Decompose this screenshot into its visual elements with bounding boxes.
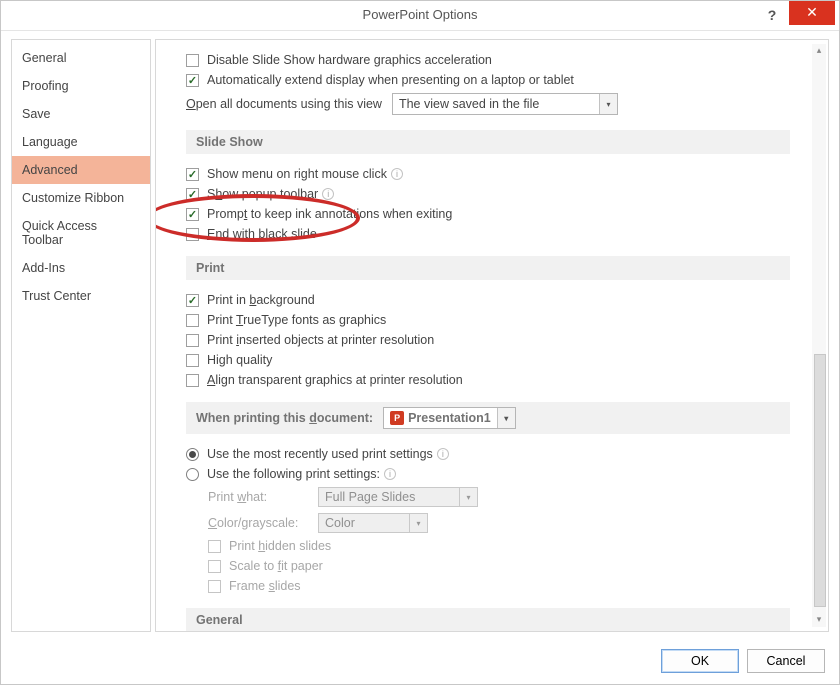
scroll-down-icon[interactable]: ▾ (812, 613, 826, 627)
label-show-menu[interactable]: Show menu on right mouse click (207, 167, 387, 181)
info-icon[interactable] (437, 448, 449, 460)
checkbox-prompt-ink[interactable] (186, 208, 199, 221)
chevron-down-icon: ▾ (459, 488, 477, 506)
sidebar-item-proofing[interactable]: Proofing (12, 72, 150, 100)
info-icon[interactable] (384, 468, 396, 480)
scroll-up-icon[interactable]: ▴ (812, 44, 826, 58)
cancel-button[interactable]: Cancel (747, 649, 825, 673)
chevron-down-icon[interactable]: ▾ (497, 408, 515, 428)
checkbox-end-black[interactable] (186, 228, 199, 241)
section-slideshow: Slide Show (186, 130, 790, 154)
label-print-background[interactable]: Print in background (207, 293, 315, 307)
content-pane: Disable Slide Show hardware graphics acc… (155, 39, 829, 632)
checkbox-align-transparent[interactable] (186, 374, 199, 387)
sidebar-item-advanced[interactable]: Advanced (12, 156, 150, 184)
sidebar-item-qat[interactable]: Quick Access Toolbar (12, 212, 150, 254)
label-prompt-ink[interactable]: Prompt to keep ink annotations when exit… (207, 207, 452, 221)
checkbox-popup-toolbar[interactable] (186, 188, 199, 201)
checkbox-print-truetype[interactable] (186, 314, 199, 327)
sidebar-item-language[interactable]: Language (12, 128, 150, 156)
section-print-doc: When printing this document: P Presentat… (186, 402, 790, 434)
checkbox-print-hidden (208, 540, 221, 553)
radio-custom-settings[interactable] (186, 468, 199, 481)
section-print: Print (186, 256, 790, 280)
label-print-hidden: Print hidden slides (229, 539, 331, 553)
label-popup-toolbar[interactable]: Show popup toolbar (207, 187, 318, 201)
checkbox-disable-hw-accel[interactable] (186, 54, 199, 67)
select-open-view-value: The view saved in the file (393, 97, 545, 111)
label-auto-extend[interactable]: Automatically extend display when presen… (207, 73, 574, 87)
ok-button[interactable]: OK (661, 649, 739, 673)
category-sidebar: General Proofing Save Language Advanced … (11, 39, 151, 632)
checkbox-auto-extend[interactable] (186, 74, 199, 87)
footer: OK Cancel (1, 638, 839, 684)
select-open-view[interactable]: The view saved in the file ▾ (392, 93, 618, 115)
window-title: PowerPoint Options (363, 7, 478, 22)
sidebar-item-save[interactable]: Save (12, 100, 150, 128)
label-custom-settings[interactable]: Use the following print settings: (207, 467, 380, 481)
label-print-inserted[interactable]: Print inserted objects at printer resolu… (207, 333, 434, 347)
sidebar-item-general[interactable]: General (12, 44, 150, 72)
section-general: General (186, 608, 790, 631)
sidebar-item-trust-center[interactable]: Trust Center (12, 282, 150, 310)
titlebar: PowerPoint Options ? ✕ (1, 1, 839, 31)
checkbox-high-quality[interactable] (186, 354, 199, 367)
chevron-down-icon[interactable]: ▾ (599, 94, 617, 114)
powerpoint-icon: P (390, 411, 404, 425)
options-dialog: PowerPoint Options ? ✕ General Proofing … (0, 0, 840, 685)
help-button[interactable]: ? (759, 3, 785, 27)
select-print-doc-value: Presentation1 (408, 411, 491, 425)
select-print-doc[interactable]: P Presentation1 ▾ (383, 407, 516, 429)
radio-recent-settings[interactable] (186, 448, 199, 461)
chevron-down-icon: ▾ (409, 514, 427, 532)
info-icon[interactable] (391, 168, 403, 180)
checkbox-frame-slides (208, 580, 221, 593)
label-open-view: Open all documents using this view (186, 97, 382, 111)
select-color-grayscale: Color ▾ (318, 513, 428, 533)
scrollbar[interactable]: ▴ ▾ (812, 44, 826, 627)
sidebar-item-customize-ribbon[interactable]: Customize Ribbon (12, 184, 150, 212)
label-print-truetype[interactable]: Print TrueType fonts as graphics (207, 313, 386, 327)
select-print-what: Full Page Slides ▾ (318, 487, 478, 507)
label-scale-fit: Scale to fit paper (229, 559, 323, 573)
label-end-black[interactable]: End with black slide (207, 227, 317, 241)
checkbox-show-menu[interactable] (186, 168, 199, 181)
label-print-what: Print what: (208, 490, 318, 504)
label-high-quality[interactable]: High quality (207, 353, 272, 367)
label-recent-settings[interactable]: Use the most recently used print setting… (207, 447, 433, 461)
scroll-thumb[interactable] (814, 354, 826, 607)
close-button[interactable]: ✕ (789, 1, 835, 25)
sidebar-item-addins[interactable]: Add-Ins (12, 254, 150, 282)
checkbox-print-inserted[interactable] (186, 334, 199, 347)
label-align-transparent[interactable]: Align transparent graphics at printer re… (207, 373, 463, 387)
label-frame-slides: Frame slides (229, 579, 301, 593)
label-disable-hw-accel[interactable]: Disable Slide Show hardware graphics acc… (207, 53, 492, 67)
info-icon[interactable] (322, 188, 334, 200)
checkbox-print-background[interactable] (186, 294, 199, 307)
label-color-grayscale: Color/grayscale: (208, 516, 318, 530)
checkbox-scale-fit (208, 560, 221, 573)
